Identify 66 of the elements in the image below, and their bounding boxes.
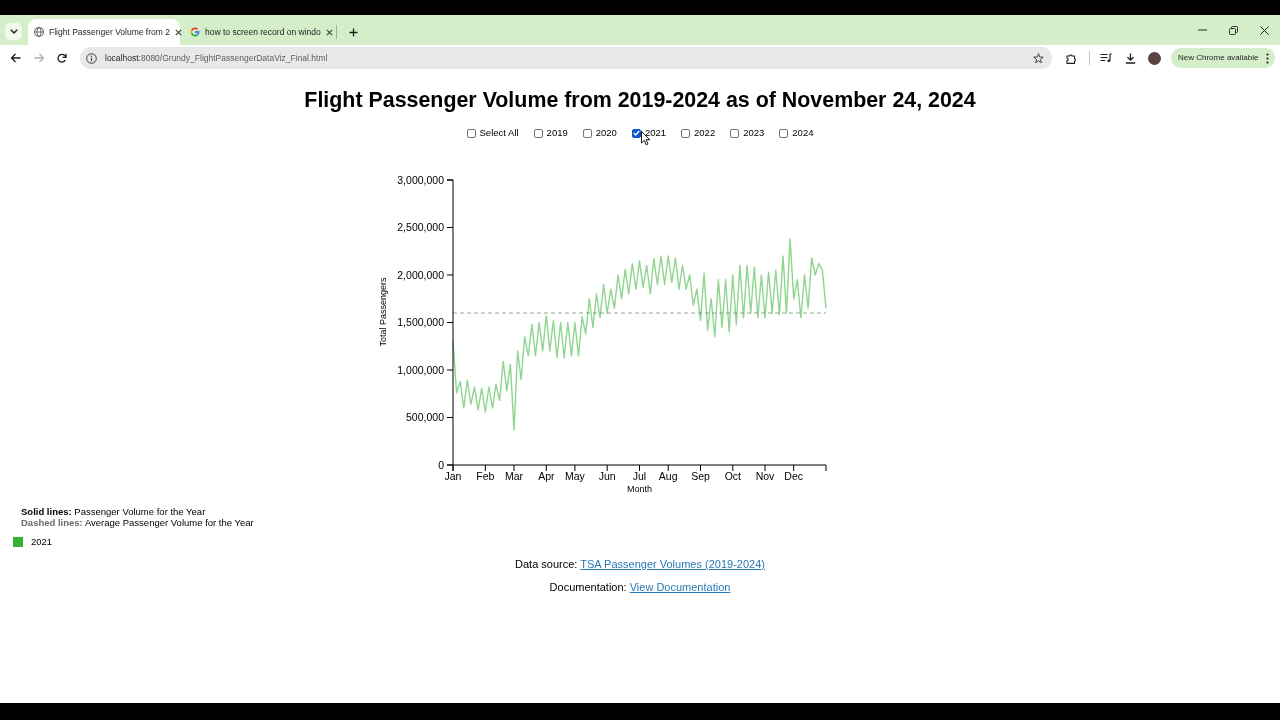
back-arrow-icon[interactable] bbox=[10, 53, 21, 63]
x-tick-label: Sep bbox=[691, 470, 710, 482]
link-label: Documentation: bbox=[549, 581, 627, 594]
playlist-icon[interactable] bbox=[1100, 53, 1112, 63]
puzzle-piece-icon[interactable] bbox=[1066, 52, 1077, 64]
checkbox[interactable] bbox=[681, 128, 691, 138]
close-icon[interactable] bbox=[325, 28, 333, 36]
logo-icon bbox=[190, 27, 200, 37]
y-tick-label: 2,500,000 bbox=[397, 221, 444, 234]
legend-label: 2021 bbox=[31, 535, 53, 549]
browser-tab[interactable]: Flight Passenger Volume from 2 bbox=[28, 19, 180, 45]
y-tick-label: 1,000,000 bbox=[397, 363, 444, 376]
reload-icon[interactable] bbox=[57, 53, 67, 63]
address-field[interactable]: localhost:8080/Grundy_FlightPassengerDataViz_Final.html bbox=[80, 47, 1052, 69]
restore-icon[interactable] bbox=[1229, 25, 1238, 35]
x-tick-label: Apr bbox=[538, 470, 555, 482]
checkbox[interactable] bbox=[779, 128, 789, 138]
y-tick-label: 500,000 bbox=[406, 411, 444, 424]
more-vert-icon[interactable] bbox=[1266, 52, 1269, 64]
browser-tab[interactable]: how to screen record on windo bbox=[184, 19, 334, 45]
checkbox[interactable] bbox=[582, 128, 592, 138]
plus-icon[interactable] bbox=[349, 27, 358, 37]
close-icon[interactable] bbox=[174, 28, 182, 36]
checkbox[interactable] bbox=[631, 128, 641, 138]
avatar-icon[interactable] bbox=[1148, 51, 1161, 65]
checkbox-label[interactable]: 2022 bbox=[694, 127, 716, 139]
legend-text: Solid lines: Passenger Volume for the Year bbox=[21, 506, 207, 517]
checkbox-label[interactable]: Select All bbox=[479, 127, 519, 139]
checkbox[interactable] bbox=[533, 128, 543, 138]
checkbox[interactable] bbox=[730, 128, 740, 138]
checkbox-label[interactable]: 2024 bbox=[792, 127, 814, 139]
legend-text: Dashed lines: Average Passenger Volume for the Year bbox=[21, 517, 255, 528]
x-tick-label: May bbox=[565, 470, 585, 482]
checkmark-icon bbox=[632, 130, 640, 136]
checkbox-label[interactable]: 2023 bbox=[743, 127, 765, 139]
y-tick-label: 2,000,000 bbox=[397, 268, 444, 281]
x-tick-label: Dec bbox=[784, 470, 804, 482]
x-tick-label: Mar bbox=[504, 470, 524, 482]
text-link[interactable]: TSA Passenger Volumes (2019-2024) bbox=[580, 558, 765, 571]
x-tick-label: Jun bbox=[598, 470, 616, 482]
page-title: Flight Passenger Volume from 2019-2024 as of November 24, 2024 bbox=[303, 87, 977, 112]
globe-icon bbox=[34, 27, 44, 37]
x-tick-label: Feb bbox=[476, 470, 495, 482]
checkbox[interactable] bbox=[466, 128, 476, 138]
checkbox-label[interactable]: 2021 bbox=[644, 127, 667, 139]
close-icon[interactable] bbox=[1260, 25, 1269, 35]
info-icon[interactable] bbox=[86, 52, 97, 64]
download-icon[interactable] bbox=[1125, 52, 1136, 64]
axis-title: Month bbox=[627, 484, 652, 494]
x-tick-label: Oct bbox=[724, 470, 741, 482]
text-link[interactable]: View Documentation bbox=[629, 581, 731, 594]
x-tick-label: Jul bbox=[632, 470, 647, 482]
star-icon[interactable] bbox=[1033, 52, 1044, 64]
checkbox-label[interactable]: 2020 bbox=[595, 127, 617, 139]
y-tick-label: 0 bbox=[438, 458, 444, 471]
axis-title: Total Passengers bbox=[378, 277, 388, 347]
y-tick-label: 3,000,000 bbox=[397, 173, 444, 186]
tab-list-button[interactable] bbox=[5, 22, 22, 40]
y-tick-label: 1,500,000 bbox=[397, 316, 444, 329]
link-label: Data source: bbox=[515, 558, 578, 571]
x-tick-label: Jan bbox=[444, 470, 462, 482]
x-tick-label: Nov bbox=[755, 470, 775, 482]
update-button[interactable]: New Chrome available bbox=[1171, 48, 1275, 68]
chevron-down-icon bbox=[9, 28, 18, 34]
checkbox-label[interactable]: 2019 bbox=[546, 127, 568, 139]
x-tick-label: Aug bbox=[658, 470, 678, 482]
